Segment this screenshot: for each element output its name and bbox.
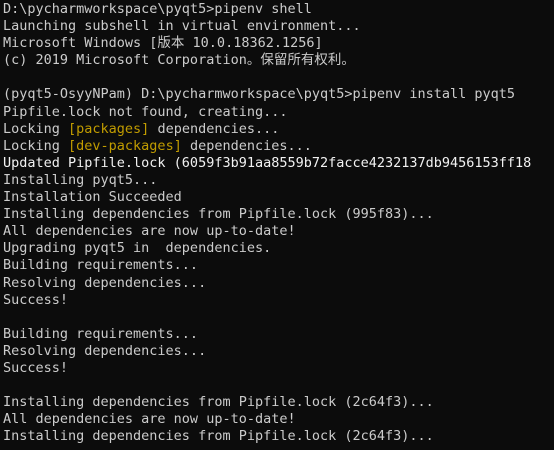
terminal-text: (c) 2019 Microsoft Corporation。保留所有权利。 <box>3 52 355 69</box>
terminal-text: All dependencies are now up-to-date! <box>3 411 296 428</box>
terminal-text: Installation Succeeded <box>3 189 182 206</box>
terminal-text: Locking <box>3 120 69 137</box>
terminal-text: Success! <box>3 359 69 376</box>
terminal-output[interactable]: D:\pycharmworkspace\pyqt5>pipenv shell La… <box>0 0 554 450</box>
terminal-text: Locking <box>3 137 69 154</box>
terminal-text: Resolving dependencies... <box>3 274 207 291</box>
terminal-line: Building requirements... <box>3 326 554 343</box>
terminal-line: All dependencies are now up-to-date! <box>3 411 554 428</box>
terminal-text: dependencies... <box>181 137 312 154</box>
terminal-line: Launching subshell in virtual environmen… <box>3 18 554 35</box>
terminal-text: Resolving dependencies... <box>3 342 207 359</box>
terminal-line: Resolving dependencies... <box>3 275 554 292</box>
terminal-line: Installing dependencies from Pipfile.loc… <box>3 206 554 223</box>
terminal-line: Locking [packages] dependencies... <box>3 121 554 138</box>
terminal-line: Building requirements... <box>3 257 554 274</box>
terminal-text: (pyqt5-OsyyNPam) D:\pycharmworkspace\pyq… <box>3 86 516 103</box>
terminal-line: Installation Succeeded <box>3 189 554 206</box>
terminal-line: (c) 2019 Microsoft Corporation。保留所有权利。 <box>3 52 554 69</box>
terminal-line: (pyqt5-OsyyNPam) D:\pycharmworkspace\pyq… <box>3 86 554 103</box>
terminal-line: Updated Pipfile.lock (6059f3b91aa8559b72… <box>3 155 554 172</box>
terminal-text: Upgrading pyqt5 in dependencies. <box>3 240 272 257</box>
terminal-text: D:\pycharmworkspace\pyqt5>pipenv shell <box>3 1 312 17</box>
terminal-line: Upgrading pyqt5 in dependencies. <box>3 240 554 257</box>
terminal-line: Resolving dependencies... <box>3 343 554 360</box>
terminal-line: D:\pycharmworkspace\pyqt5>pipenv shell <box>3 1 554 18</box>
terminal-text: Launching subshell in virtual environmen… <box>3 18 361 35</box>
terminal-text: Installing dependencies from Pipfile.loc… <box>3 428 434 445</box>
terminal-text: Installing dependencies from Pipfile.loc… <box>3 394 434 411</box>
terminal-text: Updated Pipfile.lock (6059f3b91aa8559b72… <box>3 154 532 171</box>
terminal-text: [packages] <box>68 120 150 137</box>
terminal-text: dependencies... <box>149 120 280 137</box>
terminal-text: Building requirements... <box>3 325 199 342</box>
terminal-line: Installing pyqt5... <box>3 172 554 189</box>
terminal-text: Installing dependencies from Pipfile.loc… <box>3 206 434 223</box>
terminal-line: Installing dependencies from Pipfile.loc… <box>3 394 554 411</box>
terminal-line: All dependencies are now up-to-date! <box>3 223 554 240</box>
terminal-line: Success! <box>3 360 554 377</box>
terminal-line: Success! <box>3 292 554 309</box>
terminal-line: Locking [dev-packages] dependencies... <box>3 138 554 155</box>
terminal-text: Pipfile.lock not found, creating... <box>3 103 288 120</box>
terminal-line: Installing dependencies from Pipfile.loc… <box>3 428 554 445</box>
terminal-text: Building requirements... <box>3 257 199 274</box>
terminal-text: All dependencies are now up-to-date! <box>3 223 296 240</box>
terminal-line: Pipfile.lock not found, creating... <box>3 104 554 121</box>
terminal-text: Microsoft Windows [版本 10.0.18362.1256] <box>3 35 323 52</box>
terminal-text: [dev-packages] <box>68 137 182 154</box>
terminal-line: Microsoft Windows [版本 10.0.18362.1256] <box>3 35 554 52</box>
terminal-text: Installing pyqt5... <box>3 171 158 188</box>
terminal-text: Success! <box>3 291 69 308</box>
